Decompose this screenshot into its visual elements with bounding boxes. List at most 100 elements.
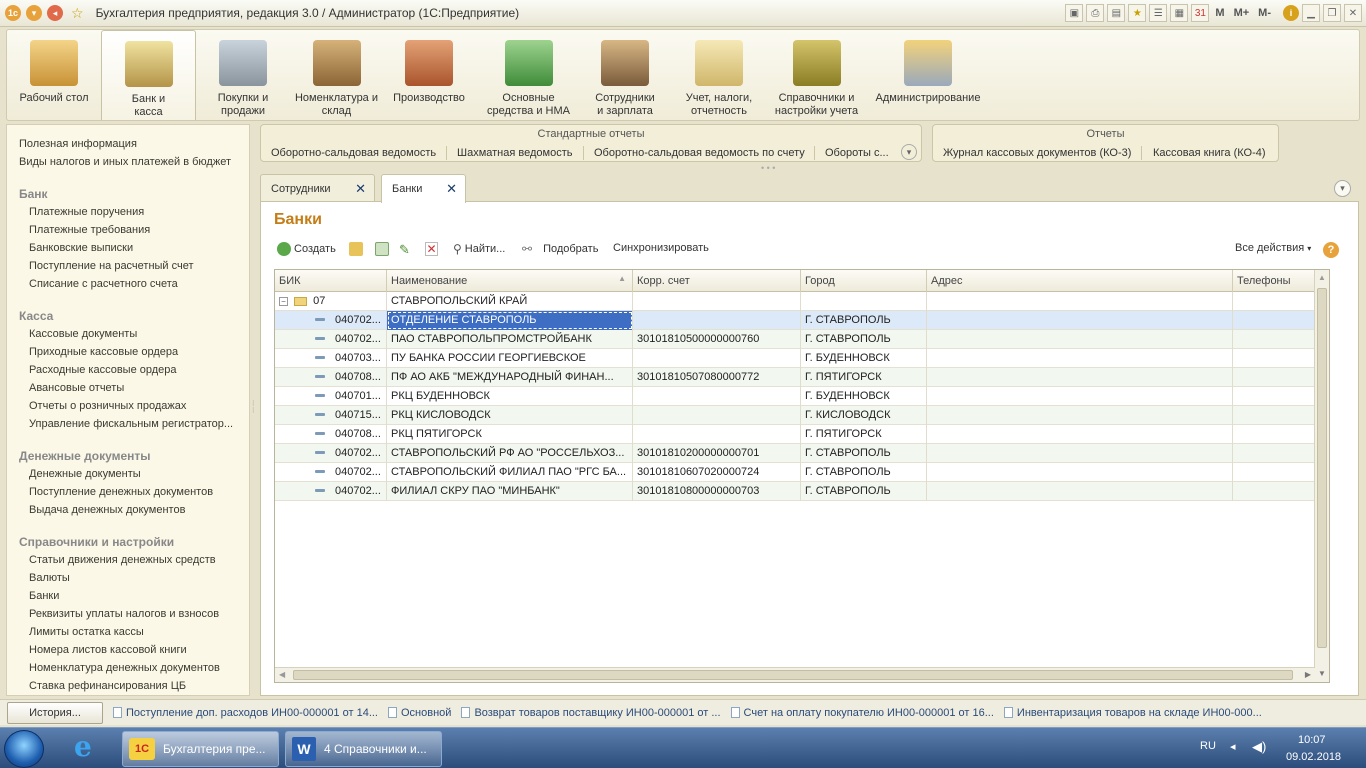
nav-write-off-from-account[interactable]: Списание с расчетного счета (29, 278, 178, 290)
nav-tax-payment-details[interactable]: Реквизиты уплаты налогов и взносов (29, 608, 219, 620)
calculator-icon[interactable]: ▦ (1170, 4, 1189, 22)
copy-button[interactable] (375, 242, 389, 256)
memory-m-plus[interactable]: M+ (1231, 7, 1253, 19)
back-icon[interactable]: ◂ (47, 5, 63, 21)
nav-outgoing-cash-orders[interactable]: Расходные кассовые ордера (29, 364, 177, 376)
taskbar-1c-app[interactable]: 1С Бухгалтерия пре... (122, 731, 279, 767)
col-bik[interactable]: БИК (275, 270, 387, 292)
nav-tax-types[interactable]: Виды налогов и иных платежей в бюджет (19, 156, 231, 168)
calendar-icon[interactable]: 31 (1191, 4, 1210, 22)
vertical-scrollbar[interactable]: ▲ ▼ (1314, 270, 1329, 682)
save-icon[interactable]: ▣ (1065, 4, 1084, 22)
close-tab-icon[interactable]: ✕ (355, 181, 366, 197)
horizontal-scrollbar[interactable]: ◀ ▶ (275, 667, 1315, 682)
nav-money-docs-issue[interactable]: Выдача денежных документов (29, 504, 185, 516)
col-phones[interactable]: Телефоны (1233, 270, 1327, 292)
nav-cash-documents[interactable]: Кассовые документы (29, 328, 137, 340)
section-production[interactable]: Производство (388, 30, 470, 120)
table-row[interactable]: 040702... ФИЛИАЛ СКРУ ПАО "МИНБАНК" 301018… (275, 482, 1327, 501)
favorite-star-icon[interactable]: ☆ (71, 5, 84, 22)
nav-cash-limits[interactable]: Лимиты остатка кассы (29, 626, 144, 638)
volume-icon[interactable]: ◀) (1252, 739, 1266, 755)
history-item[interactable]: Инвентаризация товаров на складе ИН00-00… (1003, 707, 1262, 719)
report-turnover-balance[interactable]: Оборотно-сальдовая ведомость (271, 147, 436, 159)
tray-arrow-icon[interactable]: ◂ (1230, 740, 1236, 753)
nav-money-docs-nomenclature[interactable]: Номенклатура денежных документов (29, 662, 220, 674)
edit-button[interactable]: ✎ (399, 242, 410, 258)
clock-time[interactable]: 10:07 (1298, 734, 1326, 746)
nav-useful-info[interactable]: Полезная информация (19, 138, 137, 150)
internet-explorer-icon[interactable]: e (74, 732, 106, 764)
all-actions-button[interactable]: Все действия ▾ (1235, 242, 1311, 254)
report-turnovers[interactable]: Обороты с... (825, 147, 889, 159)
vertical-scroll-thumb[interactable] (1317, 288, 1327, 648)
preview-icon[interactable]: ▤ (1107, 4, 1126, 22)
collapse-group-icon[interactable]: − (279, 296, 288, 306)
section-bank-and-cash[interactable]: Банк и касса (101, 30, 196, 120)
history-item[interactable]: Счет на оплату покупателю ИН00-000001 от… (730, 707, 994, 719)
panel-splitter[interactable]: ⁝ ⁝ (252, 400, 257, 422)
nav-incoming-cash-orders[interactable]: Приходные кассовые ордера (29, 346, 178, 358)
nav-cash-flow-items[interactable]: Статьи движения денежных средств (29, 554, 216, 566)
report-cash-journal[interactable]: Журнал кассовых документов (КО-3) (943, 147, 1131, 159)
scroll-left-icon[interactable]: ◀ (279, 670, 285, 679)
nav-money-docs-receipt[interactable]: Поступление денежных документов (29, 486, 213, 498)
section-fixed-assets[interactable]: Основные средства и НМА (481, 30, 576, 120)
scroll-down-icon[interactable]: ▼ (1318, 669, 1326, 678)
section-employees-salary[interactable]: Сотрудники и зарплата (587, 30, 663, 120)
nav-receipt-to-account[interactable]: Поступление на расчетный счет (29, 260, 194, 272)
table-row[interactable]: 040708... РКЦ ПЯТИГОРСК Г. ПЯТИГОРСК (275, 425, 1327, 444)
nav-payment-requests[interactable]: Платежные требования (29, 224, 150, 236)
nav-currencies[interactable]: Валюты (29, 572, 70, 584)
create-group-button[interactable] (349, 242, 363, 256)
memory-m[interactable]: M (1212, 7, 1227, 19)
nav-retail-sales-reports[interactable]: Отчеты о розничных продажах (29, 400, 186, 412)
table-group-row[interactable]: − 07 СТАВРОПОЛЬСКИЙ КРАЙ (275, 292, 1325, 311)
nav-bank-statements[interactable]: Банковские выписки (29, 242, 133, 254)
tab-employees[interactable]: Сотрудники ✕ (260, 174, 375, 202)
section-desktop[interactable]: Рабочий стол (15, 30, 93, 120)
help-icon[interactable]: ? (1323, 242, 1339, 258)
nav-banks[interactable]: Банки (29, 590, 59, 602)
history-item[interactable]: Основной (388, 707, 451, 719)
nav-cash-book-pages[interactable]: Номера листов кассовой книги (29, 644, 187, 656)
sync-button[interactable]: Синхронизировать (613, 242, 709, 254)
nav-advance-reports[interactable]: Авансовые отчеты (29, 382, 124, 394)
section-references-settings[interactable]: Справочники и настройки учета (769, 30, 864, 120)
start-button[interactable] (4, 730, 44, 768)
info-icon[interactable]: i (1283, 5, 1299, 21)
col-name[interactable]: Наименование ▲ (387, 270, 633, 292)
find-button[interactable]: ⚲ Найти... (453, 242, 505, 256)
close-tab-icon[interactable]: ✕ (446, 181, 457, 197)
table-row[interactable]: 040702... СТАВРОПОЛЬСКИЙ ФИЛИАЛ ПАО "РГС … (275, 463, 1327, 482)
restore-icon[interactable]: ❐ (1323, 4, 1341, 22)
nav-money-documents[interactable]: Денежные документы (29, 468, 141, 480)
tab-banks[interactable]: Банки ✕ (381, 174, 466, 203)
history-item[interactable]: Поступление доп. расходов ИН00-000001 от… (113, 707, 378, 719)
1c-logo-icon[interactable]: 1с (5, 5, 21, 21)
close-icon[interactable]: ✕ (1344, 4, 1362, 22)
delete-mark-button[interactable]: ✕ (425, 242, 438, 256)
clock-date[interactable]: 09.02.2018 (1286, 751, 1341, 763)
scroll-right-icon[interactable]: ▶ (1305, 670, 1311, 679)
table-row[interactable]: 040703... ПУ БАНКА РОССИИ ГЕОРГИЕВСКОЕ Г. … (275, 349, 1327, 368)
menu-dropdown-icon[interactable]: ▾ (26, 5, 42, 21)
history-icon[interactable]: ☰ (1149, 4, 1168, 22)
section-nomenclature-warehouse[interactable]: Номенклатура и склад (294, 30, 379, 120)
nav-fiscal-register[interactable]: Управление фискальным регистратор... (29, 418, 233, 430)
nav-refinancing-rate[interactable]: Ставка рефинансирования ЦБ (29, 680, 186, 692)
print-icon[interactable]: ⎙ (1086, 4, 1105, 22)
nav-payment-orders[interactable]: Платежные поручения (29, 206, 144, 218)
col-address[interactable]: Адрес (927, 270, 1233, 292)
col-corr-account[interactable]: Корр. счет (633, 270, 801, 292)
language-indicator[interactable]: RU (1200, 740, 1216, 752)
history-item[interactable]: Возврат товаров поставщику ИН00-000001 о… (461, 707, 721, 719)
add-favorite-icon[interactable]: ★ (1128, 4, 1147, 22)
table-row[interactable]: 040702... СТАВРОПОЛЬСКИЙ РФ АО "РОССЕЛЬХО… (275, 444, 1327, 463)
table-row[interactable]: 040702... ОТДЕЛЕНИЕ СТАВРОПОЛЬ Г. СТАВРОПО… (275, 311, 1327, 330)
history-button[interactable]: История... (7, 701, 103, 724)
expand-reports-icon[interactable]: ▾ (901, 144, 917, 160)
minimize-icon[interactable]: ▁ (1302, 4, 1320, 22)
horizontal-scroll-thumb[interactable] (293, 670, 1293, 680)
table-row[interactable]: 040715... РКЦ КИСЛОВОДСК Г. КИСЛОВОДСК (275, 406, 1327, 425)
